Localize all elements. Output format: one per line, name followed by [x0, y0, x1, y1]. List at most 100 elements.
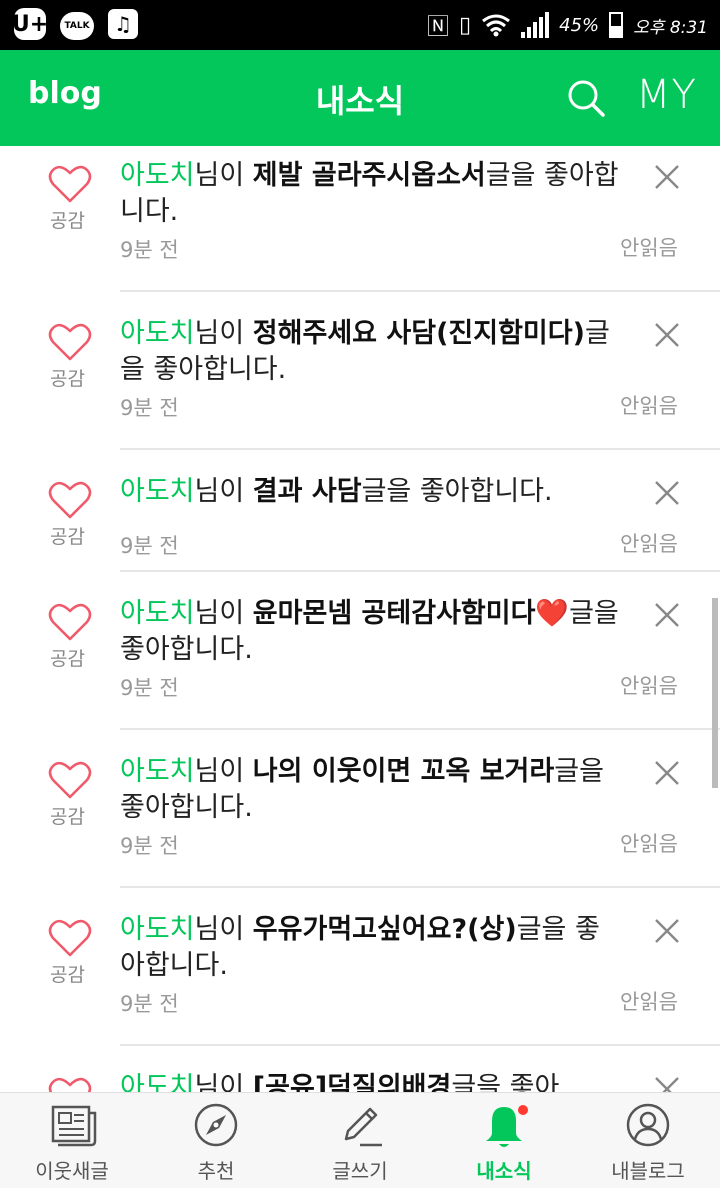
tab-label: 글쓰기 — [332, 1159, 388, 1183]
unread-label: 안읽음 — [620, 832, 678, 856]
close-icon[interactable] — [654, 918, 680, 944]
notification-time: 9분 전 — [120, 992, 179, 1016]
tab-recommend[interactable]: 추천 — [144, 1093, 288, 1188]
user-name[interactable]: 아도치 — [120, 318, 195, 349]
heart-icon[interactable] — [48, 480, 92, 520]
heart-icon[interactable] — [48, 164, 92, 204]
heart-icon[interactable] — [48, 760, 92, 800]
user-name[interactable]: 아도치 — [120, 1072, 195, 1092]
like-label: 공감 — [50, 964, 85, 986]
close-icon[interactable] — [654, 164, 680, 190]
user-name[interactable]: 아도치 — [120, 756, 195, 787]
notification-time: 9분 전 — [120, 534, 179, 558]
heart-icon[interactable] — [48, 602, 92, 642]
close-icon[interactable] — [654, 322, 680, 348]
status-bar: U+ TALK ♫ 🄽 ▯ 45% 오후 8:31 — [0, 0, 720, 50]
notification-connector: 님이 — [194, 598, 253, 629]
notification-text[interactable]: 아도치님이 나의 이웃이면 꼬옥 보거라글을 좋아합니다. — [120, 754, 620, 826]
status-indicators: 🄽 ▯ 45% 오후 8:31 — [427, 0, 708, 50]
notification-connector: 님이 — [194, 914, 253, 945]
uplus-app-icon: U+ — [12, 8, 48, 40]
heart-icon[interactable] — [48, 1076, 92, 1092]
notification-connector: 님이 — [194, 318, 253, 349]
tab-write[interactable]: 글쓰기 — [288, 1093, 432, 1188]
tab-news[interactable]: 내소식 — [432, 1093, 576, 1188]
notification-time: 9분 전 — [120, 834, 179, 858]
notification-text[interactable]: 아도치님이 윤마몬넴 공테감사함미다❤️글을 좋아합니다. — [120, 596, 620, 668]
unread-label: 안읽음 — [620, 532, 678, 556]
tab-my-blog[interactable]: 내블로그 — [576, 1093, 720, 1188]
nfc-icon: 🄽 — [427, 15, 450, 40]
notification-item[interactable]: 공감아도치님이 [공유]덕질의배경글을 좋아안읽음 — [0, 1046, 720, 1092]
kakaotalk-app-icon: TALK — [60, 11, 94, 40]
post-title[interactable]: 윤마몬넴 공테감사함미다❤️ — [253, 598, 569, 629]
tab-label: 이웃새글 — [35, 1159, 109, 1183]
like-label: 공감 — [50, 526, 85, 548]
news-icon — [51, 1105, 97, 1147]
tab-label: 내소식 — [476, 1159, 532, 1183]
heart-icon[interactable] — [48, 322, 92, 362]
notification-text[interactable]: 아도치님이 결과 사담글을 좋아합니다. — [120, 474, 620, 510]
user-name[interactable]: 아도치 — [120, 476, 195, 507]
like-label: 공감 — [50, 368, 85, 390]
notification-suffix: 글을 좋아 — [451, 1072, 560, 1092]
post-title[interactable]: 제발 골라주시옵소서 — [253, 160, 486, 191]
tab-label: 추천 — [197, 1159, 235, 1183]
close-icon[interactable] — [654, 1076, 680, 1092]
post-title[interactable]: 나의 이웃이면 꼬옥 보거라 — [253, 756, 554, 787]
my-button[interactable]: MY — [636, 72, 697, 118]
post-title[interactable]: [공유]덕질의배경 — [253, 1072, 452, 1092]
post-title[interactable]: 결과 사담 — [253, 476, 362, 507]
notification-item[interactable]: 공감 아도치님이 결과 사담글을 좋아합니다. 9분 전 안읽음 — [0, 450, 720, 572]
page-title: 내소식 — [315, 82, 405, 120]
user-name[interactable]: 아도치 — [120, 598, 195, 629]
notification-time: 9분 전 — [120, 396, 179, 420]
notification-item[interactable]: 공감 아도치님이 정해주세요 사담(진지함미다)글을 좋아합니다. 9분 전 안읽음 — [0, 292, 720, 450]
notification-time: 9분 전 — [120, 238, 179, 262]
unread-label: 안읽음 — [620, 990, 678, 1014]
battery-percent: 45% — [559, 14, 600, 36]
notification-item[interactable]: 공감 아도치님이 나의 이웃이면 꼬옥 보거라글을 좋아합니다. 9분 전 안읽음 — [0, 730, 720, 888]
unread-label: 안읽음 — [620, 236, 678, 260]
notification-time: 9분 전 — [120, 676, 179, 700]
search-icon[interactable] — [566, 78, 606, 118]
vibrate-icon: ▯ — [459, 12, 472, 38]
like-label: 공감 — [50, 806, 85, 828]
like-label: 공감 — [50, 210, 85, 232]
notification-item[interactable]: 공감 아도치님이 윤마몬넴 공테감사함미다❤️글을 좋아합니다. 9분 전 안읽음 — [0, 572, 720, 730]
notification-connector: 님이 — [194, 756, 253, 787]
notification-text[interactable]: 아도치님이 우유가먹고싶어요?(상)글을 좋아합니다. — [120, 912, 620, 984]
notification-text[interactable]: 아도치님이 정해주세요 사담(진지함미다)글을 좋아합니다. — [120, 316, 620, 388]
close-icon[interactable] — [654, 602, 680, 628]
wifi-icon — [482, 14, 511, 37]
heart-icon[interactable] — [48, 918, 92, 958]
app-header: blog 내소식 MY — [0, 50, 720, 146]
user-name[interactable]: 아도치 — [120, 160, 195, 191]
bottom-navigation: 이웃새글 추천 글쓰기 내소식 내블로그 — [0, 1092, 720, 1188]
music-app-icon: ♫ — [108, 9, 138, 39]
notification-item[interactable]: 공감 아도치님이 우유가먹고싶어요?(상)글을 좋아합니다. 9분 전 안읽음 — [0, 888, 720, 1046]
scrollbar[interactable] — [712, 598, 718, 788]
notification-item[interactable]: 공감 아도치님이 제발 골라주시옵소서글을 좋아합니다. 9분 전 안읽음 — [0, 146, 720, 292]
close-icon[interactable] — [654, 480, 680, 506]
notification-list: 공감 아도치님이 제발 골라주시옵소서글을 좋아합니다. 9분 전 안읽음 공감 아도치님… — [0, 146, 720, 1092]
compass-icon — [194, 1103, 238, 1147]
close-icon[interactable] — [654, 760, 680, 786]
unread-label: 안읽음 — [620, 674, 678, 698]
like-label: 공감 — [50, 648, 85, 670]
new-badge — [518, 1105, 528, 1115]
pencil-icon — [344, 1107, 382, 1147]
notification-text[interactable]: 아도치님이 [공유]덕질의배경글을 좋아 — [120, 1070, 620, 1092]
status-app-icons: U+ TALK ♫ — [12, 8, 138, 40]
battery-icon — [609, 12, 624, 38]
tab-label: 내블로그 — [611, 1159, 685, 1183]
post-title[interactable]: 우유가먹고싶어요?(상) — [253, 914, 517, 945]
clock: 오후 8:31 — [633, 17, 708, 38]
tab-neighbor-posts[interactable]: 이웃새글 — [0, 1093, 144, 1188]
signal-icon — [521, 12, 550, 38]
profile-icon — [626, 1103, 670, 1147]
notification-connector: 님이 — [194, 476, 253, 507]
post-title[interactable]: 정해주세요 사담(진지함미다) — [253, 318, 585, 349]
notification-text[interactable]: 아도치님이 제발 골라주시옵소서글을 좋아합니다. — [120, 158, 620, 230]
user-name[interactable]: 아도치 — [120, 914, 195, 945]
